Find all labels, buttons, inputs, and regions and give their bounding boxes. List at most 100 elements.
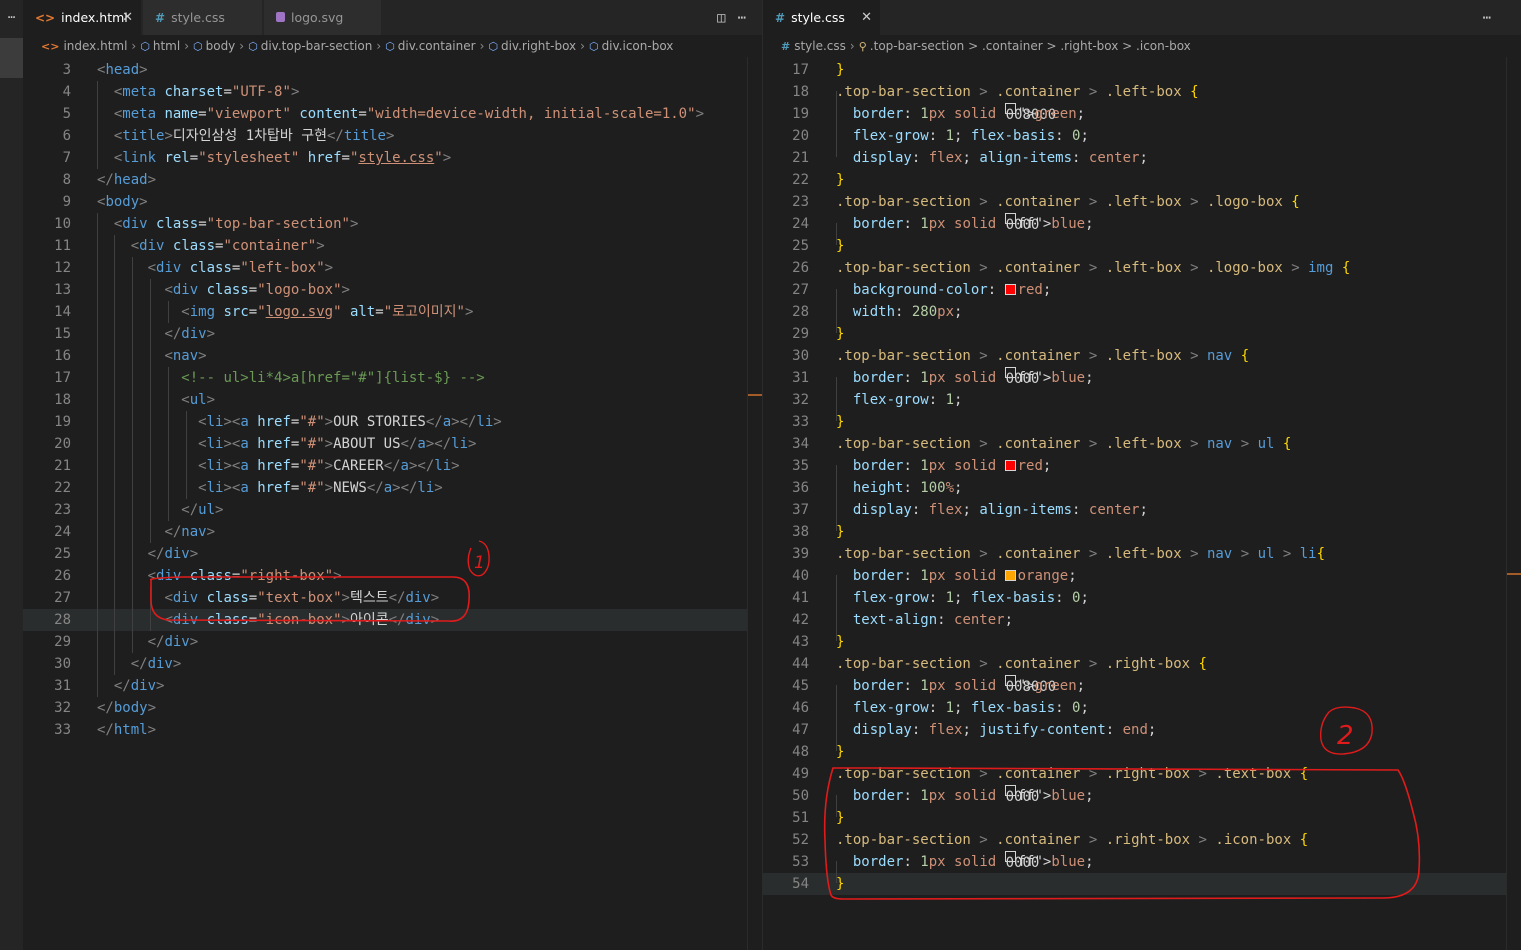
code-line[interactable]: 25 </div>: [23, 543, 762, 565]
code-editor-html[interactable]: 3 <head> 4 <meta charset="UTF-8"> 5 <meta n…: [23, 57, 762, 950]
breadcrumb-item[interactable]: div.right-box: [501, 39, 576, 53]
breadcrumb-item[interactable]: style.css: [794, 39, 846, 53]
code-line[interactable]: 40 border: 1px solid orange;: [763, 565, 1521, 587]
scrollbar-right[interactable]: [1506, 57, 1521, 950]
code-line[interactable]: 23 </ul>: [23, 499, 762, 521]
code-line[interactable]: 23 .top-bar-section > .container > .left-…: [763, 191, 1521, 213]
code-line[interactable]: 47 display: flex; justify-content: end;: [763, 719, 1521, 741]
editor-actions-left: ◫ ⋯: [717, 0, 746, 35]
code-line[interactable]: 17}: [763, 59, 1521, 81]
code-line[interactable]: 11 <div class="container">: [23, 235, 762, 257]
code-line[interactable]: 37 display: flex; align-items: center;: [763, 499, 1521, 521]
code-line[interactable]: 20 <li><a href="#">ABOUT US</a></li>: [23, 433, 762, 455]
code-line[interactable]: 28 <div class="icon-box">아이콘</div>: [23, 609, 762, 631]
code-line[interactable]: 15 </div>: [23, 323, 762, 345]
code-line[interactable]: 52 .top-bar-section > .container > .right…: [763, 829, 1521, 851]
code-line[interactable]: 13 <div class="logo-box">: [23, 279, 762, 301]
code-line[interactable]: 32 </body>: [23, 697, 762, 719]
code-line[interactable]: 29 </div>: [23, 631, 762, 653]
code-line[interactable]: 33}: [763, 411, 1521, 433]
tab-index-html[interactable]: <> index.html ✕: [23, 0, 142, 35]
code-line[interactable]: 32 flex-grow: 1;: [763, 389, 1521, 411]
more-actions-icon[interactable]: ⋯: [738, 10, 746, 26]
code-editor-css[interactable]: 17} 18 .top-bar-section > .container > .le…: [763, 57, 1521, 950]
code-line[interactable]: 28 width: 280px;: [763, 301, 1521, 323]
code-line[interactable]: 35 border: 1px solid red;: [763, 455, 1521, 477]
code-line[interactable]: 36 height: 100%;: [763, 477, 1521, 499]
split-editor-icon[interactable]: ◫: [717, 10, 725, 26]
breadcrumb-item[interactable]: body: [206, 39, 236, 53]
code-text: }: [836, 524, 845, 540]
breadcrumb-item[interactable]: .top-bar-section > .container > .right-b…: [870, 39, 1191, 53]
close-icon[interactable]: ✕: [861, 0, 872, 35]
breadcrumb-item[interactable]: div.container: [398, 39, 476, 53]
code-line[interactable]: 50 border: 1px solid 0000ff">blue;: [763, 785, 1521, 807]
code-line[interactable]: 46 flex-grow: 1; flex-basis: 0;: [763, 697, 1521, 719]
code-line[interactable]: 18 <ul>: [23, 389, 762, 411]
code-line[interactable]: 20 flex-grow: 1; flex-basis: 0;: [763, 125, 1521, 147]
code-line[interactable]: 4 <meta charset="UTF-8">: [23, 81, 762, 103]
code-line[interactable]: 44 .top-bar-section > .container > .right…: [763, 653, 1521, 675]
code-line[interactable]: 6 <title>디자인삼성 1차탑바 구현</title>: [23, 125, 762, 147]
code-line[interactable]: 25}: [763, 235, 1521, 257]
code-line[interactable]: 26 <div class="right-box">: [23, 565, 762, 587]
code-line[interactable]: 7 <link rel="stylesheet" href="style.css…: [23, 147, 762, 169]
code-line[interactable]: 48}: [763, 741, 1521, 763]
code-line[interactable]: 10 <div class="top-bar-section">: [23, 213, 762, 235]
code-line[interactable]: 22 <li><a href="#">NEWS</a></li>: [23, 477, 762, 499]
code-line[interactable]: 27 background-color: red;: [763, 279, 1521, 301]
code-line[interactable]: 5 <meta name="viewport" content="width=d…: [23, 103, 762, 125]
code-line[interactable]: 54}: [763, 873, 1521, 895]
code-line[interactable]: 21 <li><a href="#">CAREER</a></li>: [23, 455, 762, 477]
code-line[interactable]: 14 <img src="logo.svg" alt="로고이미지">: [23, 301, 762, 323]
code-line[interactable]: 26 .top-bar-section > .container > .left-…: [763, 257, 1521, 279]
code-line[interactable]: 19 border: 1px solid 008000">green;: [763, 103, 1521, 125]
code-line[interactable]: 3 <head>: [23, 59, 762, 81]
code-line[interactable]: 45 border: 1px solid 008000">green;: [763, 675, 1521, 697]
code-line[interactable]: 30 .top-bar-section > .container > .left-…: [763, 345, 1521, 367]
code-line[interactable]: 19 <li><a href="#">OUR STORIES</a></li>: [23, 411, 762, 433]
code-line[interactable]: 33 </html>: [23, 719, 762, 741]
more-actions-icon[interactable]: ⋯: [1483, 10, 1491, 26]
tab-style-css[interactable]: # style.css: [143, 0, 263, 35]
indent-guide: [186, 411, 187, 499]
code-line[interactable]: 27 <div class="text-box">텍스트</div>: [23, 587, 762, 609]
more-icon[interactable]: ⋯: [0, 2, 23, 32]
scrollbar-left[interactable]: [747, 57, 762, 950]
code-line[interactable]: 49 .top-bar-section > .container > .right…: [763, 763, 1521, 785]
breadcrumb-item[interactable]: div.icon-box: [602, 39, 674, 53]
code-line[interactable]: 24 border: 1px solid 0000ff">blue;: [763, 213, 1521, 235]
code-line[interactable]: 12 <div class="left-box">: [23, 257, 762, 279]
element-icon: ⬡: [385, 39, 395, 53]
code-line[interactable]: 31 </div>: [23, 675, 762, 697]
line-number: 16: [54, 348, 71, 364]
close-icon[interactable]: ✕: [122, 0, 133, 35]
code-line[interactable]: 29}: [763, 323, 1521, 345]
code-line[interactable]: 53 border: 1px solid 0000ff">blue;: [763, 851, 1521, 873]
code-line[interactable]: 8 </head>: [23, 169, 762, 191]
code-line[interactable]: 41 flex-grow: 1; flex-basis: 0;: [763, 587, 1521, 609]
code-line[interactable]: 30 </div>: [23, 653, 762, 675]
code-line[interactable]: 24 </nav>: [23, 521, 762, 543]
code-line[interactable]: 9 <body>: [23, 191, 762, 213]
code-line[interactable]: 39 .top-bar-section > .container > .left-…: [763, 543, 1521, 565]
tab-logo-svg[interactable]: logo.svg: [264, 0, 382, 35]
code-line[interactable]: 22}: [763, 169, 1521, 191]
code-line[interactable]: 18 .top-bar-section > .container > .left-…: [763, 81, 1521, 103]
code-line[interactable]: 31 border: 1px solid 0000ff">blue;: [763, 367, 1521, 389]
breadcrumb-item[interactable]: div.top-bar-section: [261, 39, 373, 53]
chevron-right-icon: ›: [131, 39, 137, 53]
code-line[interactable]: 38}: [763, 521, 1521, 543]
code-line[interactable]: 43}: [763, 631, 1521, 653]
code-line[interactable]: 34 .top-bar-section > .container > .left-…: [763, 433, 1521, 455]
code-line[interactable]: 16 <nav>: [23, 345, 762, 367]
code-line[interactable]: 17 <!-- ul>li*4>a[href="#"]{list-$} -->: [23, 367, 762, 389]
code-line[interactable]: 21 display: flex; align-items: center;: [763, 147, 1521, 169]
breadcrumb-item[interactable]: index.html: [63, 39, 127, 53]
element-icon: ⬡: [488, 39, 498, 53]
code-line[interactable]: 51}: [763, 807, 1521, 829]
tab-style-css[interactable]: # style.css ✕: [763, 0, 881, 35]
line-number: 8: [62, 172, 71, 188]
code-line[interactable]: 42 text-align: center;: [763, 609, 1521, 631]
breadcrumb-item[interactable]: html: [153, 39, 180, 53]
